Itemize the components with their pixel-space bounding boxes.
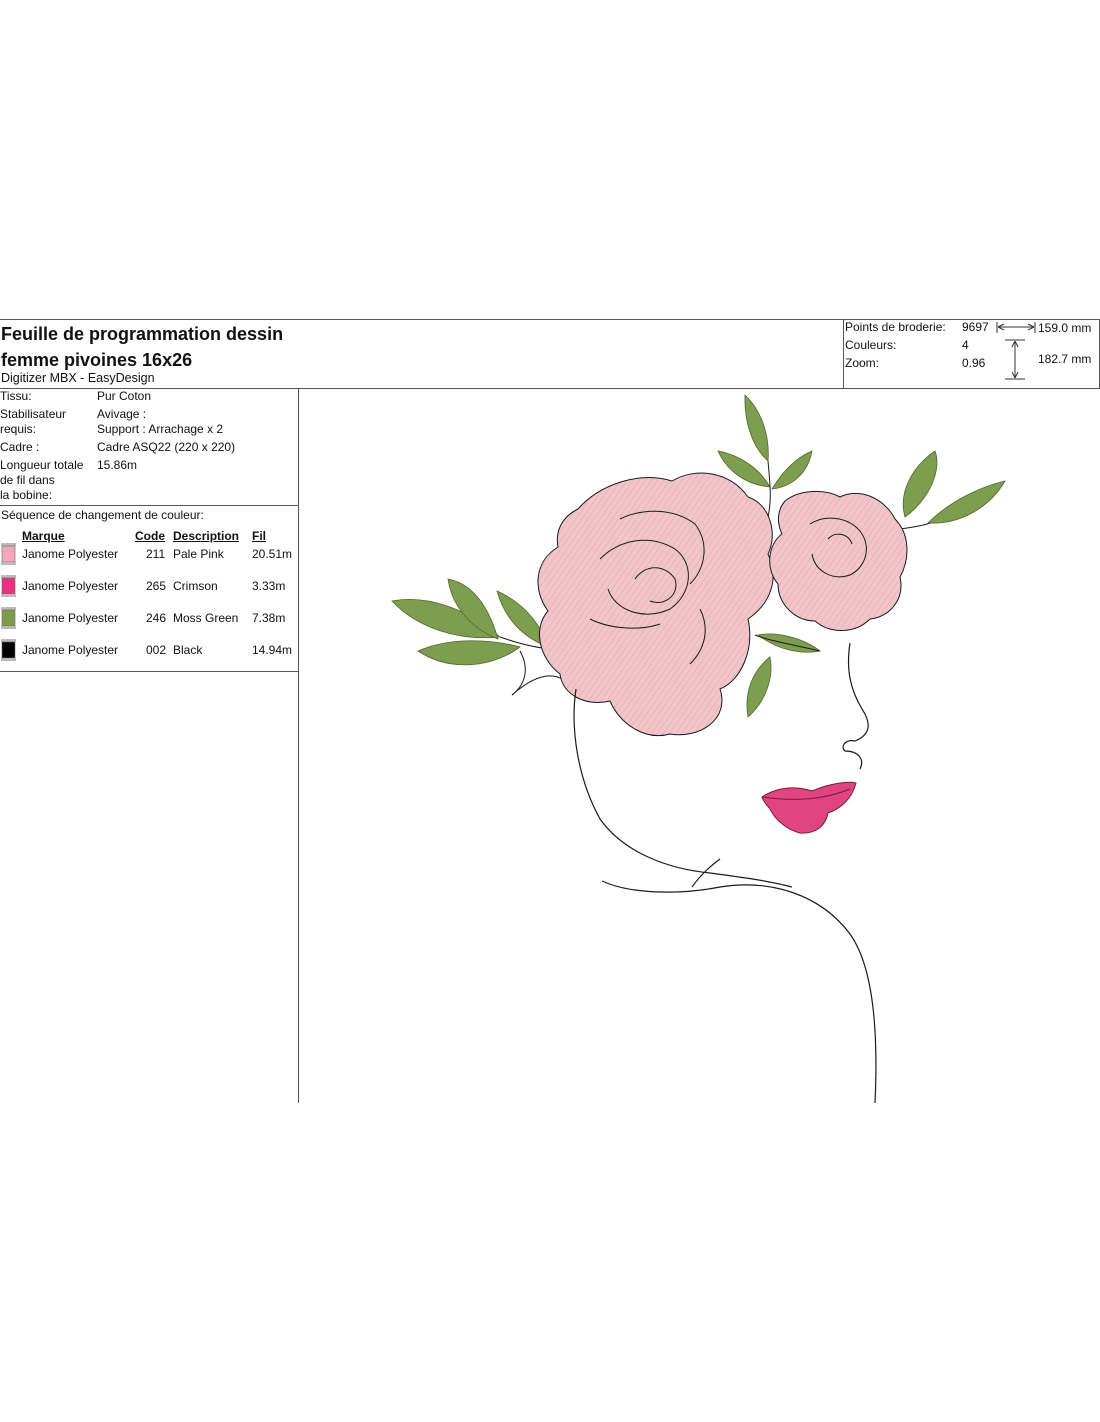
thread-spool-icon (1, 607, 16, 629)
zoom-label: Zoom: (845, 356, 880, 370)
thread-spool-icon (1, 639, 16, 661)
row-description: Crimson (173, 579, 218, 593)
row-brand: Janome Polyester (22, 611, 119, 625)
leaf (746, 656, 772, 718)
leaf (757, 633, 821, 653)
stabilizer-value-2: Support : Arrachage x 2 (97, 422, 224, 436)
sidebar-divider (298, 388, 299, 1103)
height-value: 182.7 mm (1038, 352, 1092, 366)
frame-label: Cadre : (0, 440, 40, 454)
row-description: Black (173, 643, 203, 657)
frame-value: Cadre ASQ22 (220 x 220) (97, 440, 236, 454)
stabilizer-label-2: requis: (0, 422, 37, 436)
row-description: Pale Pink (173, 547, 224, 561)
thread-length-label-1: Longueur totale (0, 458, 84, 472)
header-description: Description (173, 529, 240, 543)
color-row: Janome Polyester 211 Pale Pink 20.51m (0, 543, 298, 577)
programming-sheet: Feuille de programmation dessin femme pi… (0, 319, 1100, 1103)
row-brand: Janome Polyester (22, 643, 119, 657)
fabric-value: Pur Coton (97, 389, 152, 403)
color-row: Janome Polyester 246 Moss Green 7.38m (0, 607, 298, 641)
colors-label: Couleurs: (845, 338, 897, 352)
thread-spool-icon (1, 575, 16, 597)
stabilizer-label-1: Stabilisateur (0, 407, 67, 421)
colors-value: 4 (962, 338, 969, 352)
zoom-value: 0.96 (962, 356, 986, 370)
thread-length-value: 15.86m (97, 458, 138, 472)
row-code: 265 (146, 579, 167, 593)
stats-panel: Points de broderie: 9697 Couleurs: 4 Zoo… (845, 319, 1100, 387)
leaf (771, 450, 813, 490)
row-brand: Janome Polyester (22, 579, 119, 593)
row-thread: 3.33m (252, 579, 286, 593)
leaf (417, 640, 521, 666)
peony-large (537, 472, 774, 736)
title-line-2: femme pivoines 16x26 (1, 350, 193, 370)
embroidery-preview (391, 394, 1006, 1103)
header-brand: Marque (22, 529, 65, 543)
color-row: Janome Polyester 002 Black 14.94m (0, 639, 298, 673)
header-thread: Fil (252, 529, 266, 543)
row-brand: Janome Polyester (22, 547, 119, 561)
leaf (744, 394, 769, 462)
lips (761, 781, 857, 834)
peonies-group (537, 472, 908, 736)
sequence-title: Séquence de changement de couleur: (1, 508, 204, 522)
stats-divider (843, 319, 844, 388)
peony-small (769, 491, 908, 631)
leaf (927, 480, 1006, 524)
stabilizer-value-1: Avivage : (97, 407, 147, 421)
thread-spool-icon (1, 543, 16, 565)
row-thread: 20.51m (252, 547, 293, 561)
info-divider (0, 505, 298, 506)
color-row: Janome Polyester 265 Crimson 3.33m (0, 575, 298, 609)
row-thread: 7.38m (252, 611, 286, 625)
row-thread: 14.94m (252, 643, 293, 657)
thread-length-label-2: de fil dans (0, 473, 55, 487)
width-value: 159.0 mm (1038, 321, 1092, 335)
row-code: 246 (146, 611, 167, 625)
thread-length-label-3: la bobine: (0, 488, 53, 502)
sheet-title: Feuille de programmation dessin femme pi… (1, 321, 331, 373)
row-description: Moss Green (173, 611, 239, 625)
digitizer-subtitle: Digitizer MBX - EasyDesign (1, 371, 155, 385)
points-label: Points de broderie: (845, 320, 946, 334)
header-code: Code (135, 529, 165, 543)
row-code: 002 (146, 643, 167, 657)
leaf (902, 450, 938, 518)
row-code: 211 (146, 547, 166, 561)
title-line-1: Feuille de programmation dessin (1, 324, 284, 344)
dimension-arrows-icon (996, 322, 1036, 380)
points-value: 9697 (962, 320, 989, 334)
fabric-label: Tissu: (0, 389, 32, 403)
